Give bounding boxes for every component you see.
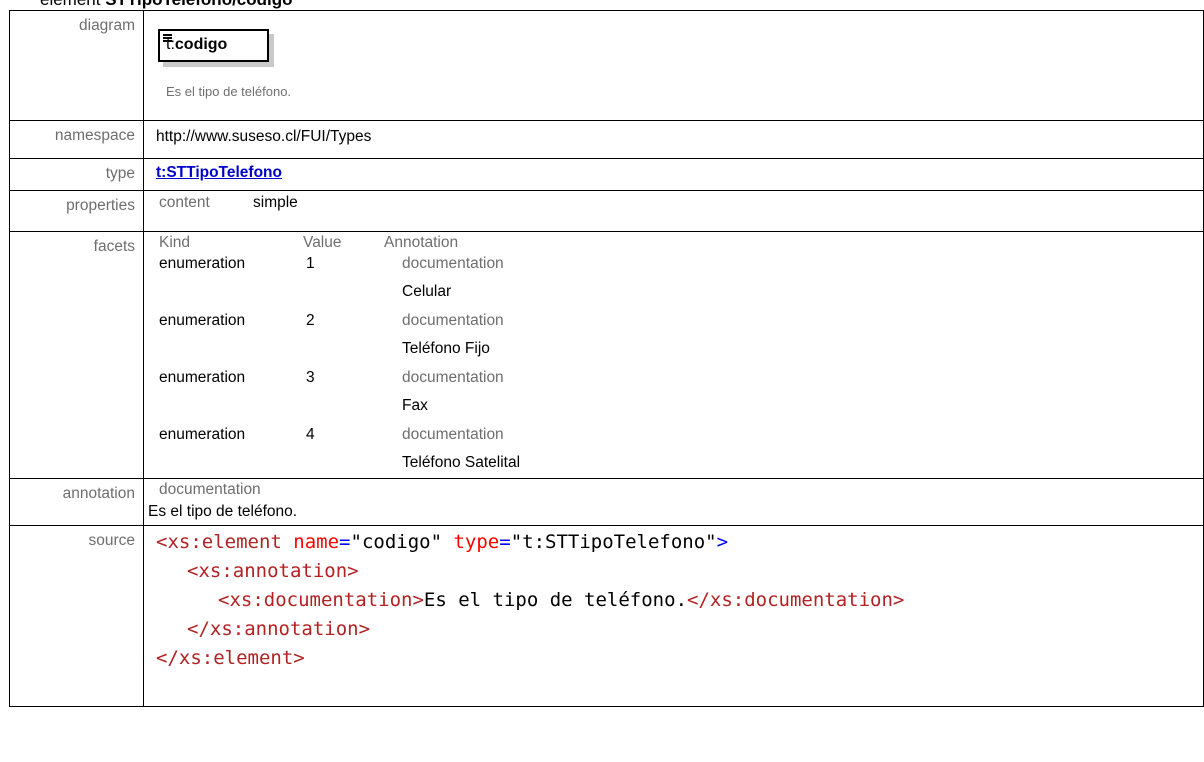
- facet-doc-label: documentation: [402, 255, 504, 272]
- properties-row: properties content simple: [9, 190, 1204, 232]
- properties-label: properties: [9, 190, 144, 232]
- source-line: </xs:element>: [156, 647, 305, 669]
- facet-kind: enumeration: [159, 369, 246, 386]
- facets-header-annotation: Annotation: [384, 234, 459, 251]
- facet-value: 1: [306, 255, 315, 272]
- facet-doc: Fax: [402, 397, 428, 414]
- heading-name: STTipoTelefono/codigo: [105, 0, 292, 9]
- facet-doc: Teléfono Fijo: [402, 340, 490, 357]
- facet-row: enumeration 3 documentation Fax: [144, 369, 1203, 426]
- facets-label: facets: [9, 231, 144, 479]
- page-heading: element STTipoTelefono/codigo: [0, 0, 1204, 10]
- element-doc-table: diagram t:codigo Es el tipo de teléfono.…: [9, 10, 1204, 707]
- source-line: <xs:element name="codigo" type="t:STTipo…: [156, 531, 729, 553]
- facet-row: enumeration 1 documentation Celular: [144, 255, 1203, 312]
- diagram-row: diagram t:codigo Es el tipo de teléfono.: [9, 10, 1204, 121]
- facet-doc-label: documentation: [402, 312, 504, 329]
- heading-prefix: element: [40, 0, 100, 9]
- facet-doc: Teléfono Satelital: [402, 454, 521, 471]
- source-code: <xs:element name="codigo" type="t:STTipo…: [144, 526, 1203, 706]
- source-line: <xs:annotation>: [187, 560, 359, 582]
- facet-value: 4: [306, 426, 315, 443]
- facet-row: enumeration 2 documentation Teléfono Fij…: [144, 312, 1203, 369]
- facet-row: enumeration 4 documentation Teléfono Sat…: [144, 426, 1203, 483]
- annotation-doc: Es el tipo de teléfono.: [148, 503, 298, 520]
- facet-doc-label: documentation: [402, 369, 504, 386]
- source-line: <xs:documentation>Es el tipo de teléfono…: [218, 589, 905, 611]
- diagram-cell: t:codigo Es el tipo de teléfono.: [143, 10, 1204, 121]
- type-row: type t:STTipoTelefono: [9, 158, 1204, 191]
- facet-value: 2: [306, 312, 315, 329]
- facets-header-kind: Kind: [159, 234, 191, 251]
- source-label: source: [9, 525, 144, 707]
- source-row: source <xs:element name="codigo" type="t…: [9, 525, 1204, 707]
- source-line: </xs:annotation>: [187, 618, 371, 640]
- type-link[interactable]: t:STTipoTelefono: [156, 159, 282, 182]
- properties-value: simple: [253, 194, 298, 211]
- diagram-element-name: t:codigo: [166, 36, 228, 53]
- annotation-row: annotation documentation Es el tipo de t…: [9, 478, 1204, 526]
- facets-header-value: Value: [303, 234, 342, 251]
- facet-doc-label: documentation: [402, 426, 504, 443]
- facet-doc: Celular: [402, 283, 452, 300]
- facet-kind: enumeration: [159, 255, 246, 272]
- properties-key: content: [159, 194, 210, 211]
- facet-value: 3: [306, 369, 315, 386]
- namespace-label: namespace: [9, 120, 144, 159]
- diagram-doc: Es el tipo de teléfono.: [166, 84, 292, 99]
- diagram-label: diagram: [9, 10, 144, 121]
- facet-kind: enumeration: [159, 426, 246, 443]
- annotation-doc-label: documentation: [159, 481, 261, 498]
- element-diagram-box[interactable]: t:codigo: [158, 29, 269, 62]
- namespace-row: namespace http://www.suseso.cl/FUI/Types: [9, 120, 1204, 159]
- namespace-value: http://www.suseso.cl/FUI/Types: [156, 128, 372, 145]
- type-label: type: [9, 158, 144, 191]
- facet-kind: enumeration: [159, 312, 246, 329]
- annotation-label: annotation: [9, 478, 144, 526]
- facets-row: facets Kind Value Annotation enumeration…: [9, 231, 1204, 479]
